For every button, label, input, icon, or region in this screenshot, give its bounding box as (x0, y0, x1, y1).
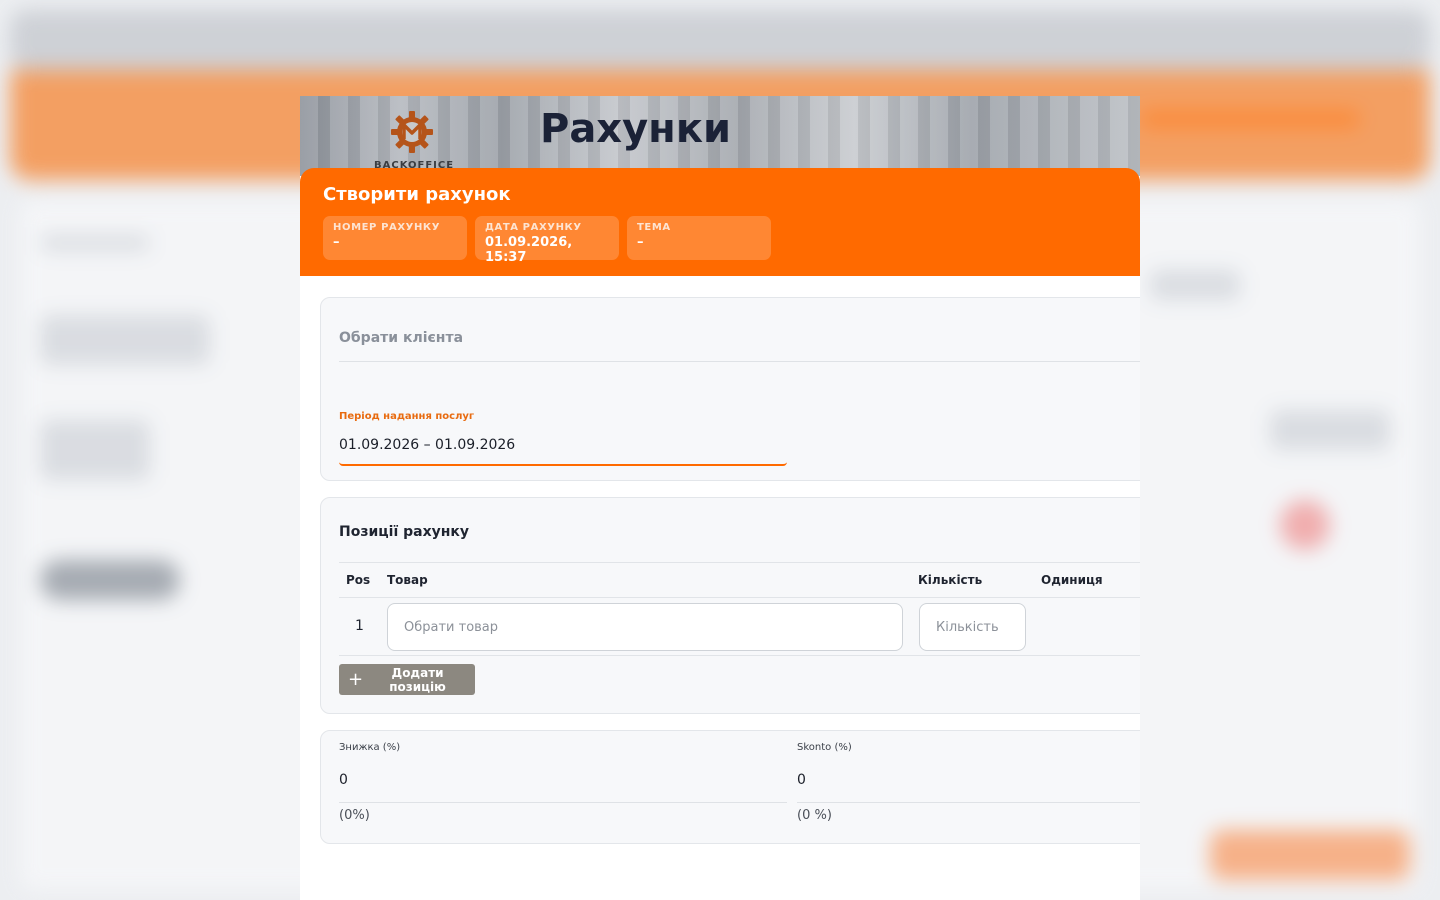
discount-card: Знижка (%) 0 (0%) Skonto (%) 0 (0 %) (320, 730, 1140, 844)
gear-logo-icon (391, 111, 433, 153)
skonto-label: Skonto (%) (797, 742, 852, 753)
row-position-number: 1 (355, 618, 364, 634)
column-pos: Pos (346, 573, 371, 587)
background-block (40, 235, 150, 251)
positions-card: Позиції рахунку Pos Товар Кількість Один… (320, 497, 1140, 714)
background-block (40, 315, 210, 365)
plus-icon: + (348, 668, 364, 690)
page-hero: BACKOFFICE Рахунки (300, 96, 1140, 176)
client-period-card: Обрати клієнта Період надання послуг 01.… (320, 297, 1140, 481)
product-select-input[interactable] (387, 603, 903, 651)
discount-label: Знижка (%) (339, 742, 401, 753)
skonto-underline (797, 802, 1140, 803)
column-unit: Одиниця (1041, 573, 1103, 587)
chip-value: – (637, 235, 644, 250)
background-avatar (1280, 500, 1330, 550)
chip-label: ДАТА РАХУНКУ (485, 222, 582, 233)
background-banner-accent (1140, 110, 1360, 128)
invoice-subject-chip: ТЕМА – (627, 216, 771, 260)
create-invoice-modal: BACKOFFICE Рахунки Створити рахунок НОМЕ… (300, 96, 1140, 900)
discount-underline (339, 802, 787, 803)
skonto-hint: (0 %) (797, 808, 832, 823)
positions-table-header: Pos Товар Кількість Одиниця (339, 562, 1140, 598)
page-title: Рахунки (540, 106, 731, 152)
discount-hint: (0%) (339, 808, 370, 823)
column-quantity: Кількість (918, 573, 983, 587)
skonto-input[interactable]: 0 (797, 772, 806, 788)
client-select[interactable]: Обрати клієнта (339, 328, 1140, 362)
table-row: 1 (339, 598, 1140, 656)
modal-title: Створити рахунок (323, 184, 511, 205)
background-block (1270, 410, 1390, 450)
modal-header: Створити рахунок НОМЕР РАХУНКУ – ДАТА РА… (300, 168, 1140, 276)
column-product: Товар (387, 573, 428, 587)
discount-input[interactable]: 0 (339, 772, 348, 788)
chip-value: 01.09.2026, 15:37 (485, 235, 573, 265)
chip-label: НОМЕР РАХУНКУ (333, 222, 441, 233)
period-label: Період надання послуг (339, 411, 475, 422)
positions-title: Позиції рахунку (339, 524, 470, 540)
chip-value: – (333, 235, 340, 250)
invoice-number-chip: НОМЕР РАХУНКУ – (323, 216, 467, 260)
background-block (40, 420, 150, 480)
invoice-date-chip: ДАТА РАХУНКУ 01.09.2026, 15:37 (475, 216, 619, 265)
period-date-range-input[interactable]: 01.09.2026 – 01.09.2026 (339, 437, 515, 453)
background-button (40, 560, 180, 600)
background-block (1150, 270, 1240, 300)
chip-label: ТЕМА (637, 222, 671, 233)
add-position-label: Додати позицію (389, 665, 446, 694)
background-topbar (10, 10, 1430, 70)
period-input-underline (339, 462, 787, 466)
background-action-button (1210, 830, 1410, 880)
quantity-input[interactable] (919, 603, 1026, 651)
add-position-button[interactable]: + Додати позицію (339, 664, 475, 695)
